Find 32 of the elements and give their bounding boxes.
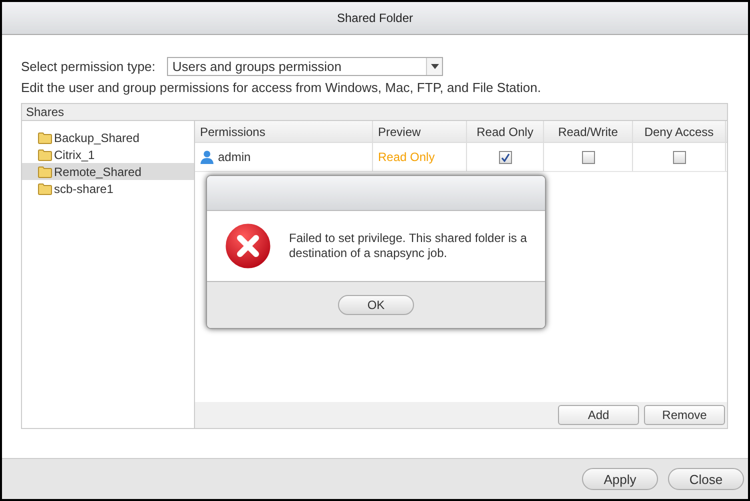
description: Edit the user and group permissions for access from Windows, Mac, FTP, and File Station. — [21, 80, 542, 95]
ok-button[interactable]: OK — [338, 295, 414, 315]
error-message: Failed to set privilege. This shared folder is a destination of a snapsync job. — [289, 231, 528, 261]
caret-icon — [430, 64, 439, 69]
share-item[interactable]: Citrix_1 — [22, 146, 194, 163]
column-header: Read/Write — [544, 121, 633, 142]
folder-icon — [38, 132, 52, 144]
window-title: Shared Folder — [336, 11, 414, 25]
add-button[interactable]: Add — [558, 405, 639, 425]
error-icon — [223, 221, 273, 271]
user-name: admin — [218, 150, 251, 164]
share-item[interactable]: Backup_Shared — [22, 129, 194, 146]
column-header: Deny Access — [633, 121, 726, 142]
permission-type-label: Select permission type: — [21, 59, 156, 74]
column-header: Read Only — [467, 121, 544, 142]
read-write-checkbox[interactable] — [582, 150, 594, 164]
column-header: Permissions — [195, 121, 373, 142]
permission-type-dropdown[interactable]: Users and groups permission — [167, 57, 444, 76]
column-header: Preview — [373, 121, 467, 142]
deny-access-checkbox[interactable] — [672, 150, 686, 164]
close-button[interactable]: Close — [668, 468, 744, 490]
folder-icon — [38, 148, 52, 160]
preview-text: Read Only — [378, 150, 435, 164]
share-item[interactable]: scb-share1 — [22, 180, 194, 197]
folder-icon — [38, 182, 52, 194]
apply-button[interactable]: Apply — [582, 468, 658, 490]
user-icon — [200, 150, 214, 164]
read-only-checkbox[interactable] — [498, 150, 512, 164]
folder-icon — [38, 166, 52, 178]
shares-title: Shares — [26, 105, 64, 119]
share-item[interactable]: Remote_Shared — [22, 163, 194, 180]
remove-button[interactable]: Remove — [644, 405, 725, 425]
